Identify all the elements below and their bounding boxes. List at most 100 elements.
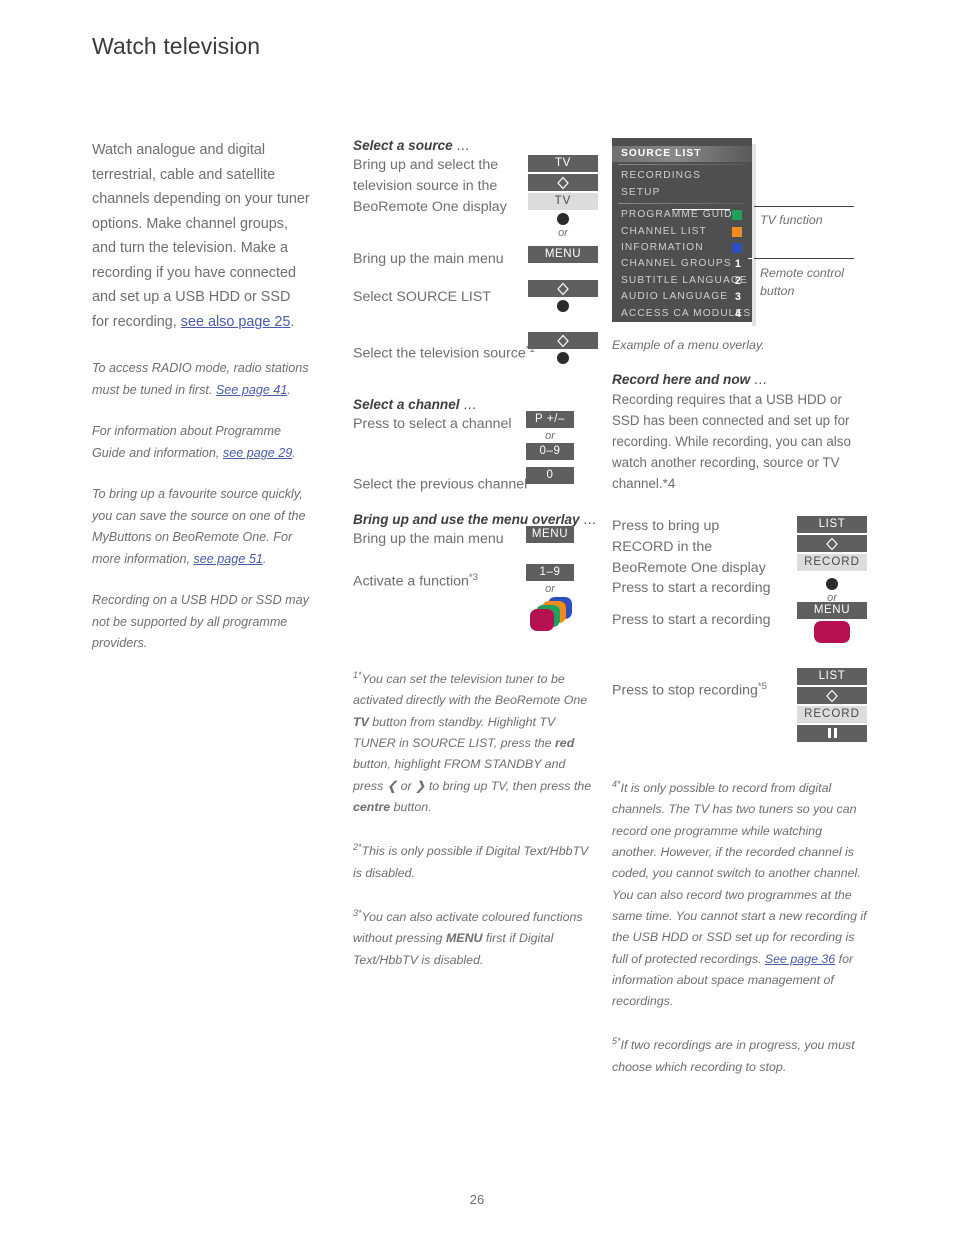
row-bring-up-record: Press to bring up RECORD in the BeoRemot… <box>612 516 867 578</box>
section-title: Bring up and use the menu overlay <box>353 512 580 527</box>
row-bring-up-select-source: Bring up and select the television sourc… <box>353 155 598 249</box>
key-navigation[interactable] <box>528 332 598 349</box>
pause-bar-left <box>827 727 831 738</box>
overlay-row-label: SOURCE LIST <box>621 148 702 159</box>
footnote-3: 3*You can also activate coloured functio… <box>353 903 598 971</box>
key-menu[interactable]: MENU <box>528 246 598 263</box>
leader-line-tv-function <box>672 209 730 210</box>
key-digits-0-9[interactable]: 0–9 <box>526 443 574 460</box>
overlay-row-channel-groups[interactable]: CHANNEL GROUPS 1 <box>612 256 752 272</box>
intro-text: Watch analogue and digital terrestrial, … <box>92 142 310 330</box>
footnote-marker: 1* <box>353 670 362 680</box>
key-list[interactable]: LIST <box>797 668 867 685</box>
coloured-buttons-icon[interactable] <box>528 597 572 633</box>
key-centre[interactable] <box>557 213 569 225</box>
footnote-text: This is only possible if Digital Text/Hb… <box>353 844 589 880</box>
section-select-a-channel: Select a channel … <box>353 397 598 412</box>
key-zero[interactable]: 0 <box>526 467 574 484</box>
key-stack-source-list <box>528 280 598 314</box>
footnote-marker: 5* <box>612 1036 621 1047</box>
overlay-row-label: INFORMATION <box>621 241 704 253</box>
key-stack-tv-source <box>528 332 598 366</box>
footnote-4: 4*It is only possible to record from dig… <box>612 774 867 1012</box>
key-menu[interactable]: MENU <box>797 602 867 619</box>
note-text-end: . <box>292 445 296 460</box>
overlay-row-label: CHANNEL GROUPS <box>621 258 732 270</box>
overlay-row-subtitle-language[interactable]: SUBTITLE LANGUAGE 2 <box>612 273 752 289</box>
orange-marker-icon <box>732 226 742 237</box>
link-see-page-51[interactable]: see page 51 <box>194 552 263 566</box>
overlay-row-source-list[interactable]: SOURCE LIST <box>612 146 752 162</box>
footnote-text: If two recordings are in progress, you m… <box>612 1038 855 1074</box>
key-centre[interactable] <box>557 300 569 312</box>
page-number: 26 <box>469 1192 485 1207</box>
section-title: Select a channel <box>353 397 460 412</box>
overlay-caption: Example of a menu overlay. <box>612 338 765 352</box>
footnote-text: You can set the television tuner to be a… <box>353 672 592 814</box>
key-list[interactable]: LIST <box>797 516 867 533</box>
footnote-text: You can also activate coloured functions… <box>353 910 583 967</box>
key-digits-1-9[interactable]: 1–9 <box>526 564 574 581</box>
note-text-end: . <box>287 382 291 397</box>
link-see-also-page-25[interactable]: see also page 25 <box>181 314 291 330</box>
red-button-icon[interactable] <box>814 621 850 643</box>
manual-page: Watch television Watch analogue and digi… <box>0 0 954 1233</box>
key-stack-menu: MENU <box>528 246 598 265</box>
or-label: or <box>545 430 555 442</box>
key-program-up-down[interactable]: P +/– <box>526 411 574 428</box>
overlay-row-label: RECORDINGS <box>621 170 702 182</box>
row-label-footnote-ref: *5 <box>757 681 767 692</box>
key-stack-overlay-menu: MENU <box>526 526 574 545</box>
or-label: or <box>545 583 555 595</box>
note-text-end: . <box>262 551 267 566</box>
record-section: Record here and now … Recording requires… <box>612 372 867 1078</box>
key-menu[interactable]: MENU <box>526 526 574 543</box>
source-list-overlay-graphic: SOURCE LIST RECORDINGS SETUP PROGRAMME G… <box>612 138 756 326</box>
overlay-row-label: PROGRAMME GUIDE <box>621 209 741 221</box>
key-navigation[interactable] <box>797 535 867 552</box>
key-stack-activate: 1–9 or <box>526 564 574 633</box>
overlay-row-channel-list[interactable]: CHANNEL LIST <box>612 224 752 240</box>
key-navigation[interactable] <box>797 687 867 704</box>
key-pause[interactable] <box>797 725 867 742</box>
key-centre[interactable] <box>826 578 838 590</box>
overlay-row-audio-language[interactable]: AUDIO LANGUAGE 3 <box>612 289 752 305</box>
overlay-row-information[interactable]: INFORMATION <box>612 240 752 256</box>
overlay-row-number: 2 <box>735 274 742 287</box>
row-label-text: Select the television source <box>353 345 526 362</box>
key-navigation[interactable] <box>528 174 598 191</box>
key-stack-zero: 0 <box>526 467 574 486</box>
key-stack-record: LIST RECORD <box>797 516 867 573</box>
section-ellipsis: … <box>579 512 597 527</box>
section-ellipsis: … <box>452 138 471 153</box>
link-see-page-41[interactable]: See page 41 <box>216 383 287 397</box>
row-select-television-source: Select the television source*1 <box>353 332 598 391</box>
key-navigation[interactable] <box>528 280 598 297</box>
overlay-row-number: 4 <box>735 307 742 320</box>
section-title: Record here and now <box>612 372 751 387</box>
nav-updown-icon <box>826 537 838 550</box>
key-centre[interactable] <box>557 352 569 364</box>
note-radio-mode: To access RADIO mode, radio stations mus… <box>92 358 310 401</box>
section-select-a-source: Select a source … <box>353 138 598 153</box>
overlay-row-number: 1 <box>735 258 742 271</box>
annotation-rule-remote-button <box>754 258 854 259</box>
link-see-page-29[interactable]: see page 29 <box>223 446 292 460</box>
left-column: Watch analogue and digital terrestrial, … <box>92 138 310 655</box>
footnote-5: 5*If two recordings are in progress, you… <box>612 1031 867 1078</box>
pause-bar-right <box>833 727 837 738</box>
row-activate-function: Activate a function*3 1–9 or <box>353 564 598 647</box>
overlay-row-access-ca-modules[interactable]: ACCESS CA MODULES 4 <box>612 306 752 322</box>
key-stack-start-1: or <box>797 575 867 605</box>
key-tv[interactable]: TV <box>528 155 598 172</box>
section-ellipsis: … <box>750 372 768 387</box>
overlay-row-recordings[interactable]: RECORDINGS <box>612 168 752 184</box>
link-see-page-36[interactable]: See page 36 <box>765 952 835 966</box>
row-previous-channel: Select the previous channel*2 0 <box>353 467 598 512</box>
overlay-row-setup[interactable]: SETUP <box>612 185 752 201</box>
row-label-footnote-ref: *3 <box>468 572 478 583</box>
section-title: Select a source <box>353 138 453 153</box>
blue-marker-icon <box>732 243 742 254</box>
overlay-row-label: CHANNEL LIST <box>621 225 707 237</box>
row-press-select-channel: Press to select a channel P +/– or 0–9 <box>353 411 598 470</box>
